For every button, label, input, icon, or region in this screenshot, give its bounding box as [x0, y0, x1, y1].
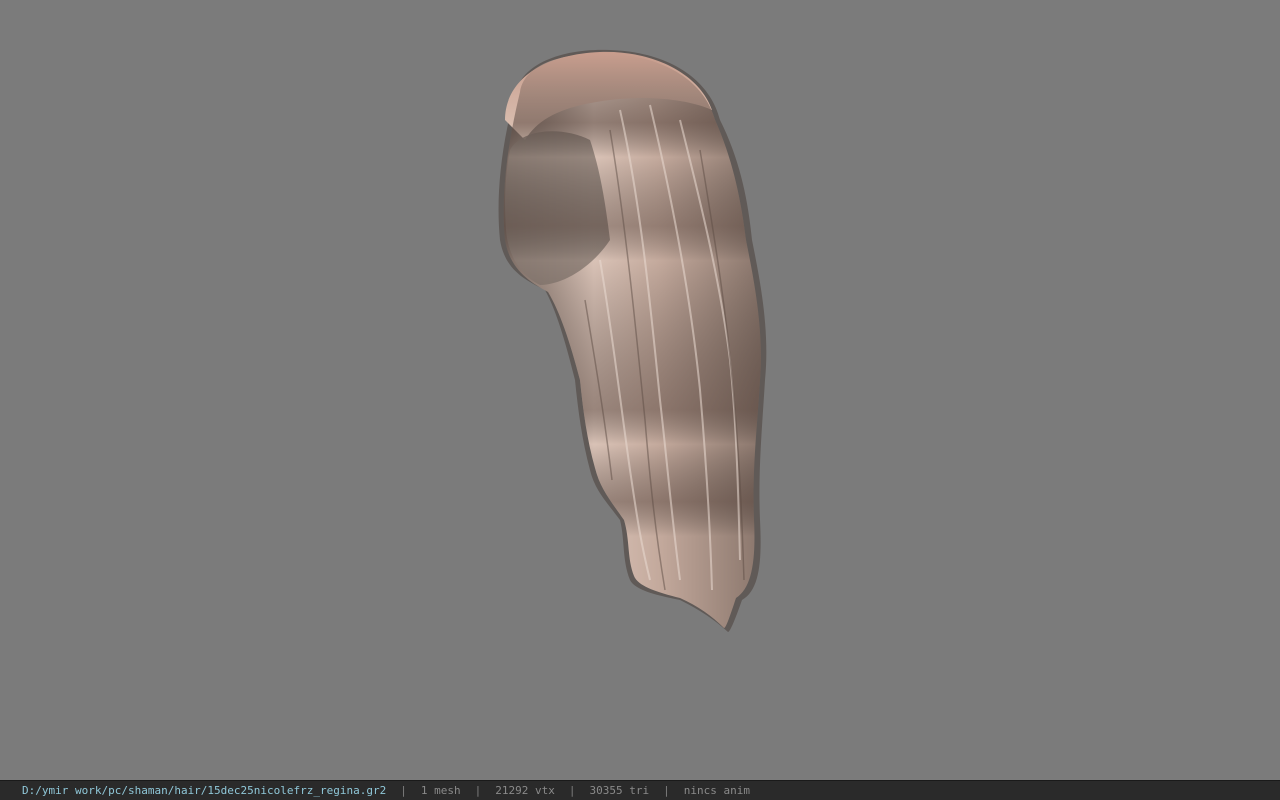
- status-separator: |: [663, 784, 670, 797]
- 3d-viewport[interactable]: [0, 0, 1280, 780]
- animation-status: nincs anim: [683, 784, 750, 797]
- status-separator: |: [400, 784, 407, 797]
- file-path: D:/ymir work/pc/shaman/hair/15dec25nicol…: [22, 784, 387, 797]
- status-separator: |: [474, 784, 482, 797]
- status-separator: |: [568, 784, 576, 797]
- hair-mesh-icon: [498, 49, 767, 633]
- vertex-count: 21292 vtx: [495, 784, 555, 797]
- triangle-count: 30355 tri: [589, 784, 650, 797]
- mesh-count: 1 mesh: [420, 784, 461, 797]
- status-bar: D:/ymir work/pc/shaman/hair/15dec25nicol…: [0, 780, 1280, 800]
